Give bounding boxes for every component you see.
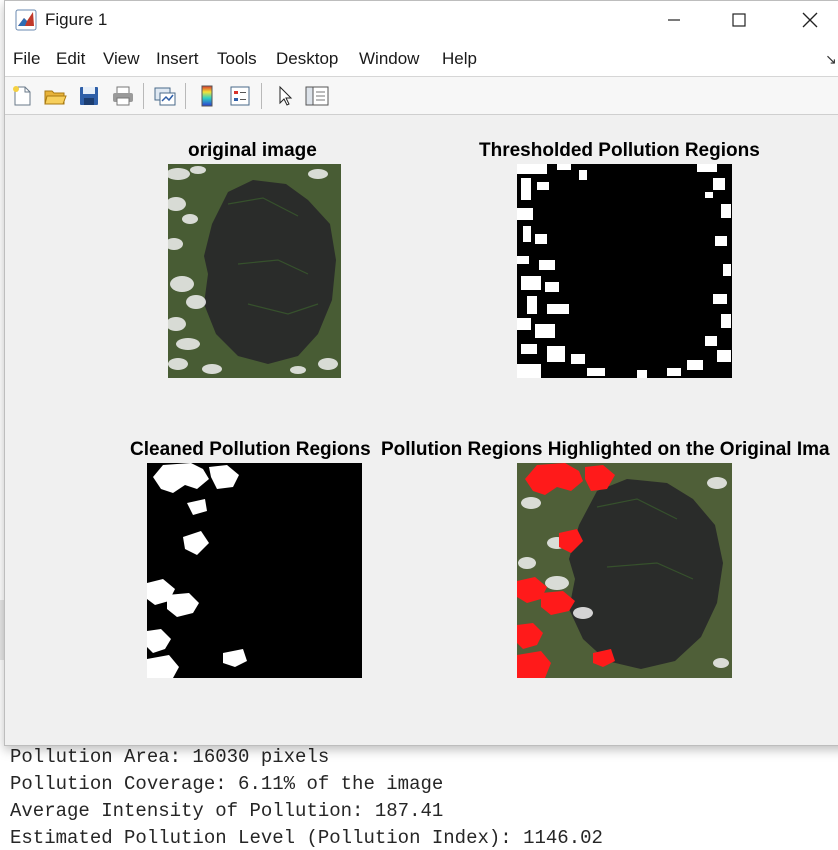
axes-title-highlighted: Pollution Regions Highlighted on the Ori… — [381, 439, 830, 460]
window-title: Figure 1 — [45, 10, 108, 29]
highlighted-regions-axes[interactable] — [517, 463, 732, 678]
property-inspector-button[interactable] — [303, 82, 331, 110]
console-line-pollution-area: Pollution Area: 16030 pixels — [10, 746, 330, 768]
console-line-average-intensity: Average Intensity of Pollution: 187.41 — [10, 800, 444, 822]
axes-title-original-image: original image — [188, 140, 317, 161]
insert-legend-icon — [230, 86, 250, 106]
menu-file[interactable]: File — [13, 49, 40, 69]
close-button[interactable] — [775, 1, 838, 39]
edit-plot-button[interactable] — [271, 82, 299, 110]
thresholded-regions-axes[interactable] — [517, 164, 732, 378]
open-file-icon — [44, 90, 67, 105]
close-icon — [802, 12, 818, 28]
minimize-button[interactable] — [639, 1, 709, 39]
menu-help[interactable]: Help — [442, 49, 477, 69]
link-plot-icon — [154, 87, 176, 106]
toolbar-separator — [185, 83, 186, 109]
menu-edit[interactable]: Edit — [56, 49, 85, 69]
figure-window: Figure 1 File Edit View Insert Tools Des… — [4, 0, 838, 746]
maximize-button[interactable] — [704, 1, 774, 39]
menu-desktop[interactable]: Desktop — [276, 49, 338, 69]
edit-plot-icon — [279, 85, 293, 106]
toolbar-separator — [261, 83, 262, 109]
property-inspector-icon — [305, 86, 329, 106]
insert-colorbar-icon — [201, 85, 213, 107]
menu-window[interactable]: Window — [359, 49, 419, 69]
new-figure-icon — [13, 86, 31, 106]
insert-colorbar-button[interactable] — [193, 82, 221, 110]
open-file-button[interactable] — [41, 82, 69, 110]
toolbar-separator — [143, 83, 144, 109]
link-plot-button[interactable] — [151, 82, 179, 110]
menu-tools[interactable]: Tools — [217, 49, 257, 69]
axes-title-cleaned: Cleaned Pollution Regions — [130, 439, 371, 460]
menu-view[interactable]: View — [103, 49, 140, 69]
menu-bar: File Edit View Insert Tools Desktop Wind… — [5, 41, 838, 77]
figure-canvas: original image Thresholded Pollution Reg… — [5, 116, 838, 745]
matlab-logo-icon — [15, 9, 37, 31]
dock-arrow-icon[interactable]: ↘ — [825, 51, 837, 68]
console-line-pollution-coverage: Pollution Coverage: 6.11% of the image — [10, 773, 444, 795]
original-image-axes[interactable] — [168, 164, 341, 378]
minimize-icon — [668, 19, 680, 21]
insert-legend-button[interactable] — [226, 82, 254, 110]
save-button[interactable] — [75, 82, 103, 110]
cleaned-regions-axes[interactable] — [147, 463, 362, 678]
title-bar[interactable]: Figure 1 — [5, 1, 838, 41]
axes-title-thresholded: Thresholded Pollution Regions — [479, 140, 760, 161]
save-icon — [80, 87, 98, 105]
figure-toolbar — [5, 77, 838, 115]
new-figure-button[interactable] — [8, 82, 36, 110]
console-line-pollution-index: Estimated Pollution Level (Pollution Ind… — [10, 827, 603, 849]
print-button[interactable] — [109, 82, 137, 110]
print-icon — [113, 86, 133, 106]
command-window-output: Pollution Area: 16030 pixels Pollution C… — [0, 744, 838, 850]
maximize-icon — [732, 13, 746, 27]
menu-insert[interactable]: Insert — [156, 49, 199, 69]
